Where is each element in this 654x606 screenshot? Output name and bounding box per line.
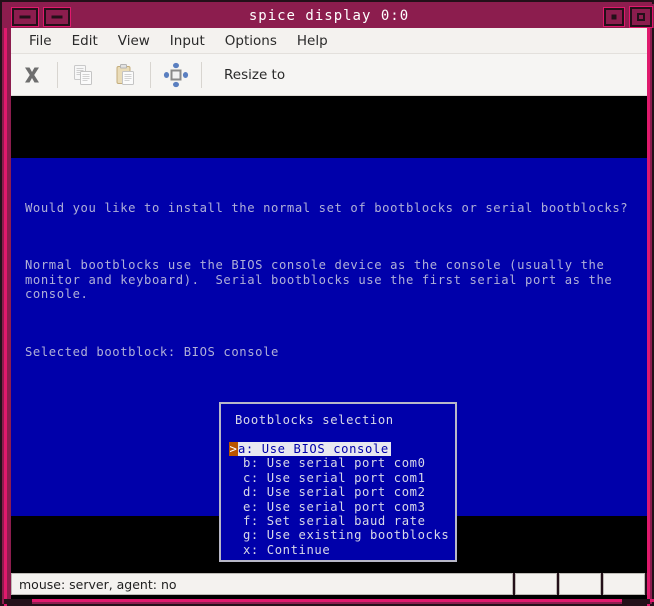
status-slot-3	[603, 573, 645, 595]
list-item-label: x: Continue	[243, 543, 332, 557]
list-item-label: b: Use serial port com0	[243, 456, 428, 470]
list-item-a[interactable]: > a: Use BIOS console	[221, 442, 459, 456]
disconnect-button[interactable]	[11, 56, 53, 94]
toolbar-separator-1	[57, 62, 58, 88]
restore-window-button[interactable]	[604, 8, 624, 26]
status-slot-1	[515, 573, 557, 595]
restore-icon	[612, 15, 617, 20]
toolbar: Resize to	[11, 54, 647, 96]
dialog-title: Bootblocks selection	[235, 413, 394, 427]
client-area: File Edit View Input Options Help	[11, 28, 647, 599]
menu-edit[interactable]: Edit	[62, 31, 108, 51]
maximize-window-button[interactable]	[630, 7, 652, 27]
minimize-window-button[interactable]	[44, 8, 70, 26]
menu-help[interactable]: Help	[287, 31, 338, 51]
statusbar: mouse: server, agent: no	[11, 573, 647, 595]
menu-view[interactable]: View	[108, 31, 160, 51]
status-message: mouse: server, agent: no	[11, 573, 513, 595]
list-item-g[interactable]: g: Use existing bootblocks	[221, 528, 459, 542]
menubar: File Edit View Input Options Help	[11, 28, 647, 54]
window-title: spice display 0:0	[4, 4, 654, 28]
toolbar-separator-3	[201, 62, 202, 88]
list-item-b[interactable]: b: Use serial port com0	[221, 456, 459, 470]
console-paragraph-2: Normal bootblocks use the BIOS console d…	[25, 258, 641, 301]
resize-grip-right[interactable]	[622, 599, 650, 604]
list-item-f[interactable]: f: Set serial baud rate	[221, 514, 459, 528]
paste-button[interactable]	[104, 56, 146, 94]
shade-icon	[20, 16, 31, 19]
list-item-label: f: Set serial baud rate	[243, 514, 428, 528]
list-item-x[interactable]: x: Continue	[221, 543, 459, 557]
list-item-e[interactable]: e: Use serial port com3	[221, 500, 459, 514]
console-paragraph-3: Selected bootblock: BIOS console	[25, 345, 641, 359]
resize-to-button[interactable]	[155, 56, 197, 94]
resize-to-label: Resize to	[206, 67, 285, 83]
toolbar-separator-2	[150, 62, 151, 88]
frame-highlight-right	[647, 4, 650, 606]
copy-button[interactable]	[62, 56, 104, 94]
copy-icon	[71, 63, 95, 87]
bootblocks-selection-dialog: Bootblocks selection > a: Use BIOS conso…	[219, 402, 457, 562]
shade-window-button[interactable]	[12, 8, 38, 26]
list-item-label: d: Use serial port com2	[243, 485, 428, 499]
paste-icon	[113, 63, 137, 87]
resize-grip-left[interactable]	[4, 599, 32, 604]
list-item-label: a: Use BIOS console	[238, 442, 391, 456]
bootblocks-option-list: > a: Use BIOS console b: Use serial port…	[221, 442, 459, 557]
guest-display[interactable]: Would you like to install the normal set…	[11, 96, 647, 599]
frame-highlight-bottom	[4, 599, 654, 602]
minimize-icon	[52, 16, 63, 19]
resize-arrows-icon	[163, 62, 189, 88]
console-paragraph-1: Would you like to install the normal set…	[25, 201, 641, 215]
console-output: Would you like to install the normal set…	[25, 172, 641, 388]
list-item-c[interactable]: c: Use serial port com1	[221, 471, 459, 485]
list-item-d[interactable]: d: Use serial port com2	[221, 485, 459, 499]
disconnect-x-icon	[21, 64, 43, 86]
list-item-label: g: Use existing bootblocks	[243, 528, 451, 542]
selection-cursor-icon: >	[229, 442, 238, 456]
list-item-label: c: Use serial port com1	[243, 471, 428, 485]
menu-file[interactable]: File	[19, 31, 62, 51]
list-item-label: e: Use serial port com3	[243, 500, 428, 514]
spice-window: spice display 0:0 File Edit View Input O…	[0, 0, 654, 606]
status-slot-2	[559, 573, 601, 595]
window-titlebar[interactable]: spice display 0:0	[4, 4, 654, 28]
menu-options[interactable]: Options	[215, 31, 287, 51]
maximize-icon	[637, 13, 645, 21]
menu-input[interactable]: Input	[160, 31, 215, 51]
